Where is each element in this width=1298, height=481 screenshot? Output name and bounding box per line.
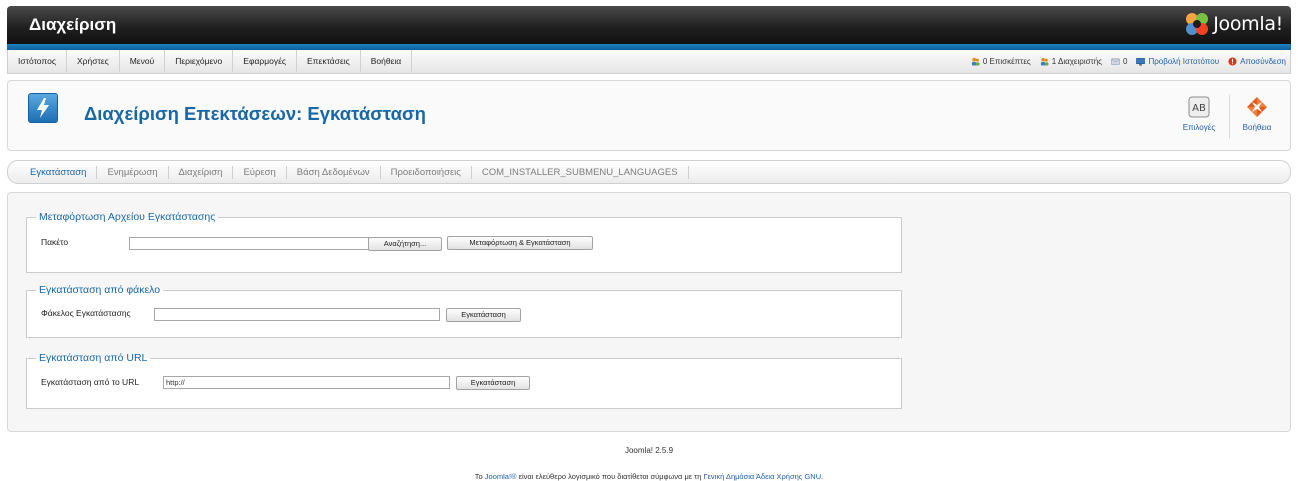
title-panel: Διαχείριση Επεκτάσεων: Εγκατάσταση AB Επ… (7, 80, 1291, 151)
installer-submenu: Εγκατάσταση Ενημέρωση Διαχείριση Εύρεση … (7, 160, 1291, 184)
monitor-icon (1136, 57, 1146, 66)
url-install-button[interactable]: Εγκατάσταση (456, 376, 530, 390)
header-title: Διαχείριση (29, 15, 117, 34)
logout-icon (1228, 56, 1237, 66)
logout-label: Αποσύνδεση (1240, 56, 1286, 66)
license-middle: είναι ελεύθερο λογισμικό που διατίθεται … (516, 472, 704, 481)
status-visitors: 0 Επισκέπτες (971, 57, 1031, 66)
joomla-logo-icon (1186, 13, 1209, 35)
license-prefix: Το (474, 472, 485, 481)
main-menu: Ιστότοπος Χρήστες Μενού Περιεχόμενο Εφαρ… (8, 50, 413, 72)
messages-icon (1111, 58, 1120, 65)
admins-count: 1 Διαχειριστής (1051, 56, 1102, 66)
folder-path-input[interactable] (154, 308, 440, 321)
tab-manage[interactable]: Διαχείριση (169, 165, 234, 179)
view-site-link[interactable]: Προβολή Ιστοτόπου (1136, 57, 1219, 66)
help-label: Βοήθεια (1242, 123, 1272, 132)
menu-item-menus[interactable]: Μενού (120, 50, 166, 72)
tab-discover[interactable]: Εύρεση (233, 165, 287, 179)
visitors-count: 0 Επισκέπτες (982, 56, 1031, 66)
page-title: Διαχείριση Επεκτάσεων: Εγκατάσταση (84, 103, 426, 124)
menu-item-components[interactable]: Εφαρμογές (233, 50, 297, 72)
menu-item-site[interactable]: Ιστότοπος (8, 50, 67, 72)
options-icon: AB (1188, 96, 1210, 118)
extensions-install-icon (28, 93, 58, 123)
package-file-input[interactable] (129, 237, 369, 250)
lightning-icon (37, 98, 49, 118)
messages-count: 0 (1123, 56, 1128, 66)
svg-text:AB: AB (1192, 103, 1206, 114)
tab-update[interactable]: Ενημέρωση (97, 165, 169, 179)
upload-install-button[interactable]: Μεταφόρτωση & Εγκατάσταση (447, 236, 593, 250)
help-button[interactable]: Βοήθεια (1230, 91, 1284, 145)
upload-legend: Μεταφόρτωση Αρχείου Εγκατάστασης (39, 211, 216, 223)
status-admins: 1 Διαχειριστής (1040, 57, 1102, 66)
tab-warnings[interactable]: Προειδοποιήσεις (381, 165, 472, 179)
package-label: Πακέτο (41, 237, 69, 247)
license-suffix: . (821, 472, 824, 481)
options-button[interactable]: AB Επιλογές (1172, 91, 1226, 145)
joomla-link[interactable]: Joomla!® (485, 472, 517, 481)
folder-install-button[interactable]: Εγκατάσταση (446, 308, 521, 322)
logout-link[interactable]: Αποσύνδεση (1228, 57, 1286, 66)
main-menubar: Ιστότοπος Χρήστες Μενού Περιεχόμενο Εφαρ… (7, 50, 1291, 74)
admin-header: Διαχείριση Joomla! (7, 6, 1291, 44)
users-icon (971, 57, 980, 66)
status-messages[interactable]: 0 (1111, 57, 1127, 66)
view-site-label: Προβολή Ιστοτόπου (1148, 56, 1220, 66)
menu-item-extensions[interactable]: Επεκτάσεις (297, 50, 361, 72)
joomla-logo-text: Joomla! (1213, 13, 1283, 35)
menu-item-content[interactable]: Περιεχόμενο (165, 50, 234, 72)
browse-button[interactable]: Αναζήτηση... (368, 237, 442, 251)
gpl-license-link[interactable]: Γενική Δημόσια Άδεια Χρήσης GNU (703, 472, 821, 481)
install-url-input[interactable]: http:// (163, 376, 450, 389)
menu-item-help[interactable]: Βοήθεια (361, 50, 413, 72)
url-legend: Εγκατάσταση από URL (39, 352, 148, 364)
footer-version: Joomla! 2.5.9 (624, 446, 674, 455)
joomla-logo[interactable]: Joomla! (1184, 11, 1283, 37)
tab-database[interactable]: Βάση Δεδομένων (287, 165, 381, 179)
options-label: Επιλογές (1182, 123, 1216, 132)
status-area: 0 Επισκέπτες 1 Διαχειριστής 0 Προβολή Ισ… (971, 50, 1286, 72)
tab-languages[interactable]: COM_INSTALLER_SUBMENU_LANGUAGES (472, 165, 689, 179)
help-lifebuoy-icon (1247, 97, 1267, 117)
admins-icon (1040, 57, 1049, 66)
folder-legend: Εγκατάσταση από φάκελο (39, 284, 161, 296)
folder-label: Φάκελος Εγκατάστασης (41, 308, 131, 318)
url-label: Εγκατάσταση από το URL (41, 377, 140, 387)
menu-item-users[interactable]: Χρήστες (67, 50, 120, 72)
footer-license: Το Joomla!® είναι ελεύθερο λογισμικό που… (0, 472, 1298, 481)
tab-install[interactable]: Εγκατάσταση (20, 165, 98, 179)
